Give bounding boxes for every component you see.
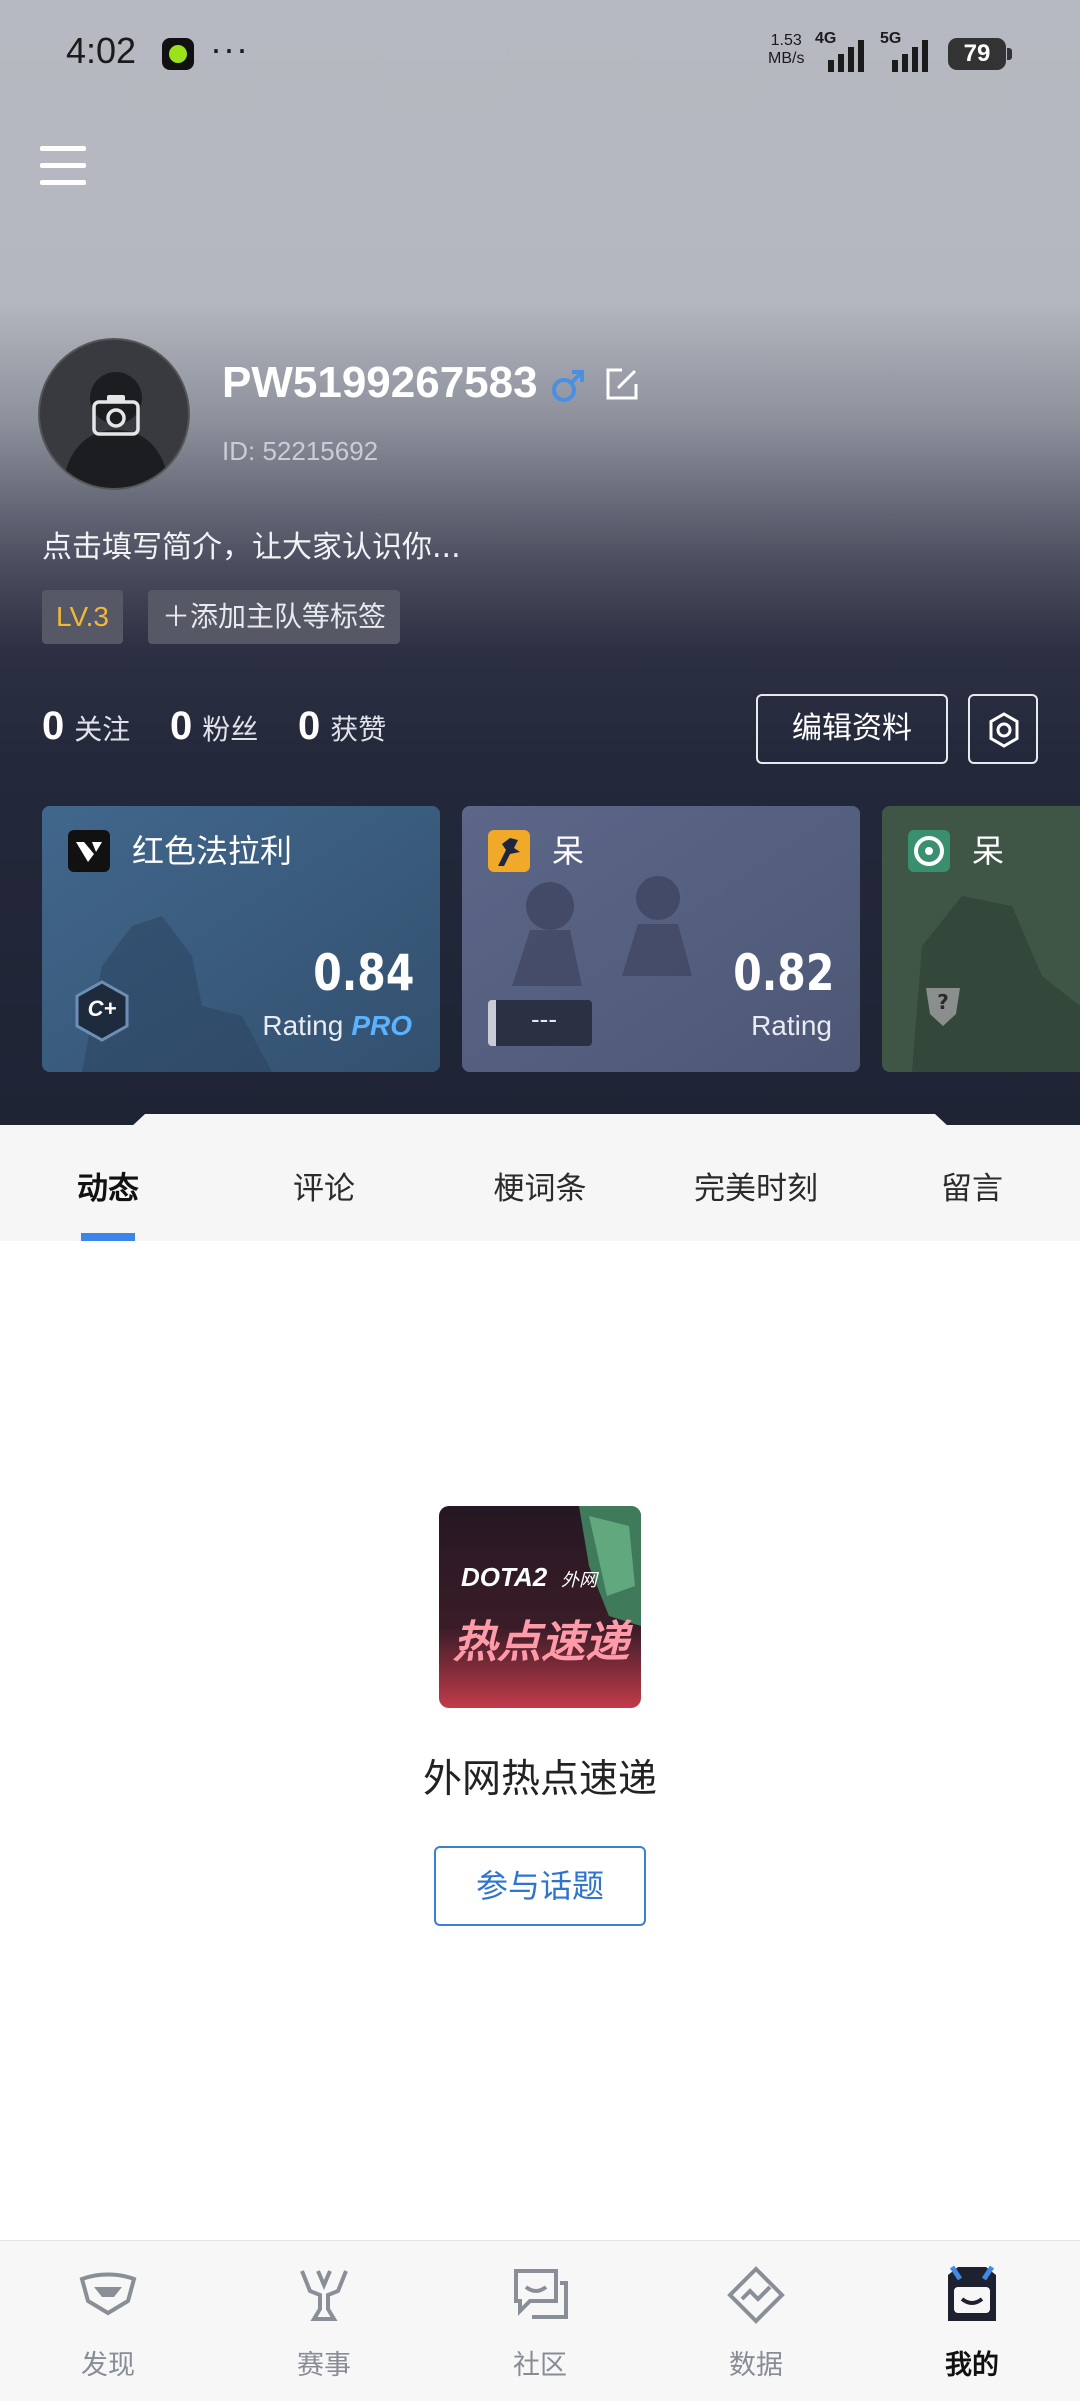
avatar-silhouette — [62, 372, 170, 488]
csgo-logo-icon — [488, 830, 530, 872]
trophy-icon — [300, 2270, 348, 2321]
stat-likes-count: 0 — [298, 704, 321, 748]
rating-label-2: Rating — [751, 1010, 832, 1041]
network-speed: 1.53 MB/s — [768, 32, 804, 68]
game-card-csgo[interactable]: 呆 --- 0.82 Rating — [462, 806, 860, 1072]
nav-events-label: 赛事 — [297, 2350, 351, 2381]
rating-value-2: 0.82 — [732, 944, 834, 1002]
edit-icon[interactable] — [604, 366, 640, 402]
network-speed-value: 1.53 — [770, 32, 802, 49]
battery-icon: 79 — [948, 38, 1012, 70]
nav-discover-label: 发现 — [81, 2350, 135, 2381]
rating-label: Rating — [262, 1010, 344, 1041]
stat-followers-count: 0 — [170, 704, 193, 748]
game-card-dota[interactable]: 呆 ? — [882, 806, 1080, 1072]
stat-following[interactable]: 0 关注 — [42, 704, 130, 749]
profile-icon — [948, 2265, 996, 2321]
status-bar: 4:02 ··· 1.53 MB/s 4G 5G 79 — [0, 0, 1080, 110]
tab-perfect-moments[interactable]: 完美时刻 — [694, 1163, 818, 1208]
topic-image-text-2: 热点速递 — [453, 1617, 629, 1668]
card-game-name: 红色法拉利 — [132, 832, 293, 870]
signal-icon-2 — [892, 40, 928, 72]
rank-badge-2-text: --- — [531, 1004, 557, 1034]
male-icon — [552, 370, 584, 402]
rating-label-row: Rating PRO — [262, 1010, 412, 1042]
topic-image-text-1: DOTA2 — [461, 1562, 548, 1592]
data-icon — [727, 2266, 785, 2324]
pro-badge: PRO — [351, 1010, 412, 1041]
username: PW5199267583 — [222, 358, 538, 407]
card-game-name-3: 呆 — [972, 832, 1005, 870]
nav-profile[interactable]: 我的 — [864, 2241, 1080, 2401]
stat-likes-label: 获赞 — [330, 713, 387, 746]
rank-badge-icon: C+ — [74, 980, 130, 1042]
tab-indicator — [81, 1233, 135, 1241]
signal-icon — [828, 40, 864, 72]
community-icon — [514, 2269, 568, 2319]
nav-discover[interactable]: 发现 — [0, 2241, 216, 2401]
card-game-name-2: 呆 — [552, 832, 585, 870]
topic-image[interactable]: DOTA2 外网 热点速递 — [439, 1506, 641, 1708]
network-speed-unit: MB/s — [768, 50, 805, 67]
tab-messages[interactable]: 留言 — [941, 1163, 1003, 1208]
rank-badge-2: --- — [488, 1000, 592, 1046]
stat-followers[interactable]: 0 粉丝 — [170, 704, 258, 749]
level-badge: LV.3 — [42, 590, 123, 644]
nav-profile-label: 我的 — [945, 2350, 999, 2381]
rank-badge-text: C+ — [87, 996, 117, 1021]
gear-icon — [989, 712, 1019, 748]
stat-following-count: 0 — [42, 704, 65, 748]
stat-followers-label: 粉丝 — [202, 713, 259, 746]
add-tag-button[interactable]: ＋添加主队等标签 — [148, 590, 401, 644]
profile-page: 4:02 ··· 1.53 MB/s 4G 5G 79 PW5199267583… — [0, 0, 1080, 2401]
user-id: ID: 52215692 — [222, 436, 379, 466]
edit-profile-button[interactable]: 编辑资料 — [756, 694, 948, 764]
valorant-logo-icon — [68, 830, 110, 872]
tab-meme-entries[interactable]: 梗词条 — [494, 1163, 587, 1208]
app-notification-icon — [162, 38, 194, 70]
game-card-cs[interactable]: 红色法拉利 C+ 0.84 Rating PRO — [42, 806, 440, 1072]
avatar[interactable] — [38, 338, 190, 490]
nav-events[interactable]: 赛事 — [216, 2241, 432, 2401]
topic-image-text-1b: 外网 — [561, 1570, 597, 1591]
join-topic-button[interactable]: 参与话题 — [434, 1846, 646, 1926]
bottom-navigation: 发现 赛事 社区 数据 我的 — [0, 2240, 1080, 2401]
settings-button[interactable] — [968, 694, 1038, 764]
nav-data-label: 数据 — [729, 2350, 783, 2381]
status-more: ··· — [210, 28, 249, 69]
tab-feed[interactable]: 动态 — [77, 1163, 139, 1208]
content-tabs: 动态 评论 梗词条 完美时刻 留言 — [0, 1125, 1080, 1241]
rank-badge-3-text: ? — [937, 990, 949, 1014]
topic-title: 外网热点速递 — [422, 1757, 657, 1802]
nav-community[interactable]: 社区 — [432, 2241, 648, 2401]
stat-following-label: 关注 — [74, 713, 131, 746]
dota-logo-icon — [908, 830, 950, 872]
nav-data[interactable]: 数据 — [648, 2241, 864, 2401]
rank-badge-3-icon: ? — [922, 982, 964, 1030]
tab-comments[interactable]: 评论 — [293, 1163, 355, 1208]
bio-text[interactable]: 点击填写简介，让大家认识你... — [42, 522, 461, 566]
stat-likes[interactable]: 0 获赞 — [298, 704, 386, 749]
nav-community-label: 社区 — [513, 2350, 567, 2381]
status-time: 4:02 — [66, 30, 137, 71]
discover-icon — [79, 2272, 137, 2316]
rating-value: 0.84 — [312, 944, 414, 1002]
menu-icon[interactable] — [40, 146, 86, 186]
